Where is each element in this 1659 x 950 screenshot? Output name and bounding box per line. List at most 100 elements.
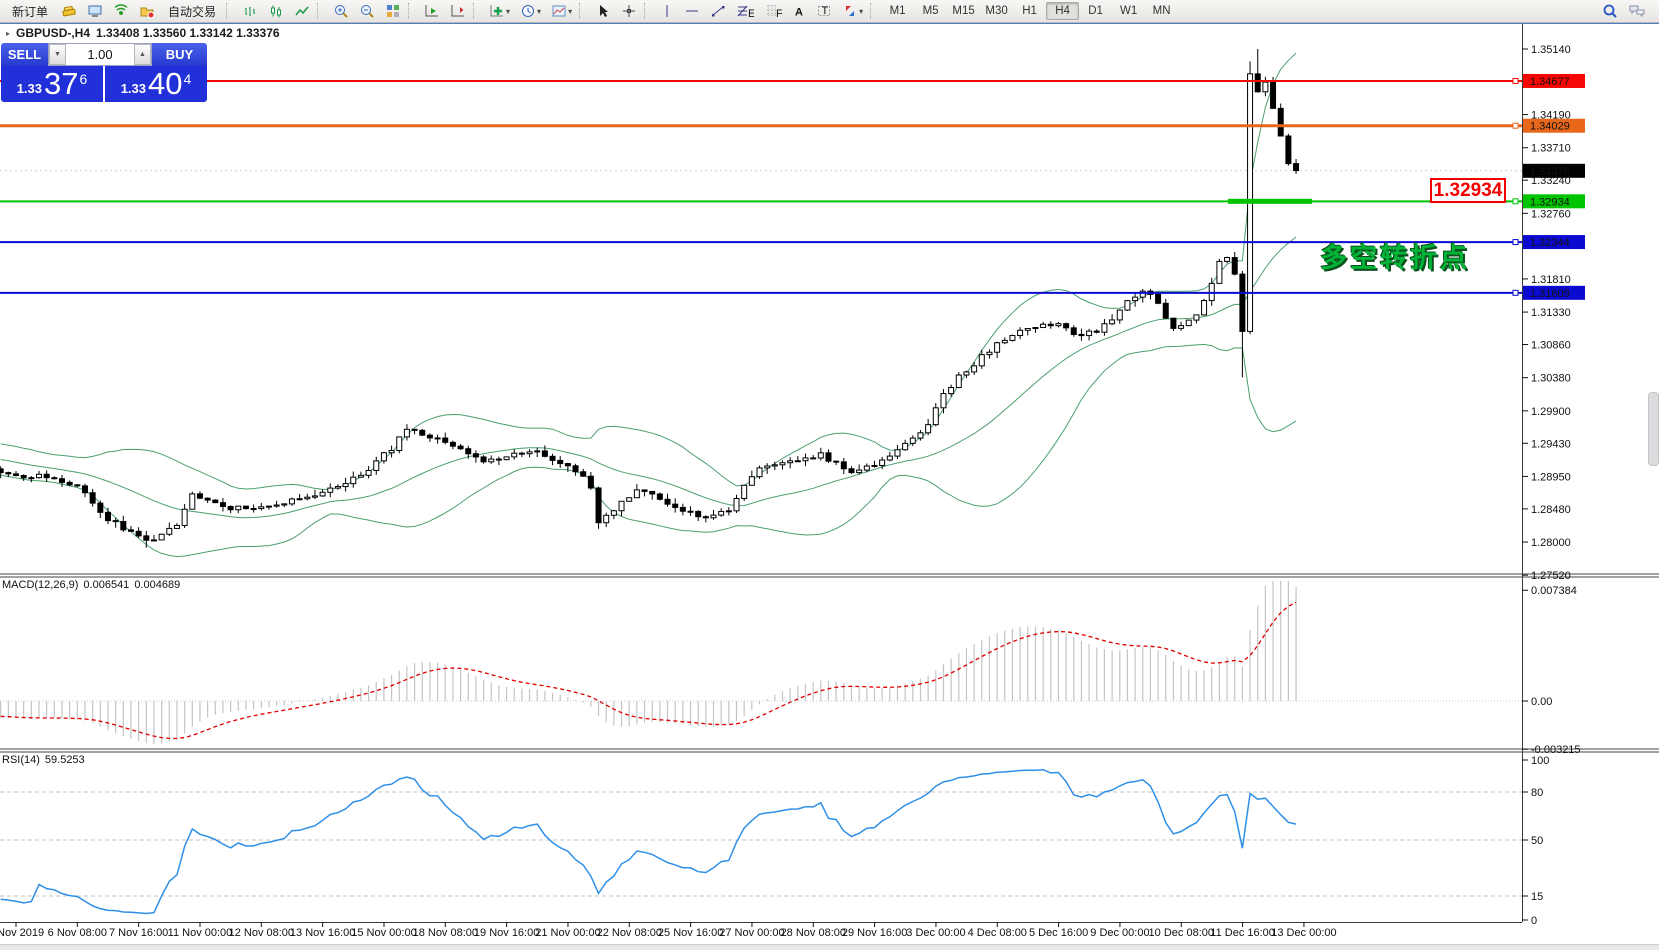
svg-text:5 Nov 2019: 5 Nov 2019 bbox=[0, 927, 44, 939]
svg-text:3 Dec 00:00: 3 Dec 00:00 bbox=[906, 927, 965, 939]
market-folder-icon[interactable] bbox=[134, 0, 160, 22]
tf-button-H1[interactable]: H1 bbox=[1013, 2, 1046, 20]
macd-indicator-label: MACD(12,26,9)0.0065410.004689 bbox=[2, 579, 185, 591]
svg-text:1.31810: 1.31810 bbox=[1531, 274, 1571, 286]
terminal-icon[interactable] bbox=[82, 0, 108, 22]
svg-text:0.007384: 0.007384 bbox=[1531, 585, 1577, 597]
svg-text:4 Dec 08:00: 4 Dec 08:00 bbox=[968, 927, 1027, 939]
svg-text:1.31330: 1.31330 bbox=[1531, 307, 1571, 319]
volume-decrease-button[interactable]: ▼ bbox=[49, 44, 66, 65]
tf-button-M5[interactable]: M5 bbox=[914, 2, 947, 20]
new-order-button[interactable]: 新订单 bbox=[4, 0, 56, 22]
periods-clock-icon[interactable]: ▾ bbox=[515, 0, 546, 22]
svg-text:1.32344: 1.32344 bbox=[1530, 237, 1570, 249]
chart-menu-icon[interactable]: ▸ bbox=[6, 29, 10, 38]
svg-text:1.28480: 1.28480 bbox=[1531, 504, 1571, 516]
chinese-annotation: 多空转折点 bbox=[1320, 236, 1470, 275]
svg-text:28 Nov 08:00: 28 Nov 08:00 bbox=[781, 927, 846, 939]
chat-icon[interactable] bbox=[1623, 0, 1651, 22]
horizontal-line-icon[interactable] bbox=[679, 0, 705, 22]
text-label-icon[interactable]: T bbox=[811, 0, 837, 22]
window-bottom-edge bbox=[0, 944, 1659, 950]
chart-shift-icon[interactable] bbox=[445, 0, 471, 22]
signals-icon[interactable] bbox=[108, 0, 134, 22]
search-icon[interactable] bbox=[1597, 0, 1623, 22]
volume-input[interactable] bbox=[66, 44, 134, 65]
chart-title: ▸ GBPUSD-,H4 1.33408 1.33560 1.33142 1.3… bbox=[6, 26, 280, 40]
text-icon[interactable]: A bbox=[787, 0, 811, 22]
svg-text:6 Nov 08:00: 6 Nov 08:00 bbox=[48, 927, 107, 939]
svg-text:11 Dec 16:00: 11 Dec 16:00 bbox=[1210, 927, 1275, 939]
chart-symbol-period: GBPUSD-,H4 bbox=[16, 26, 90, 40]
candlestick-icon[interactable] bbox=[263, 0, 289, 22]
buy-button[interactable]: BUY bbox=[152, 43, 207, 66]
templates-icon[interactable]: ▾ bbox=[546, 0, 577, 22]
bar-chart-icon[interactable] bbox=[237, 0, 263, 22]
auto-scroll-icon[interactable] bbox=[419, 0, 445, 22]
tf-button-W1[interactable]: W1 bbox=[1112, 2, 1145, 20]
volume-increase-button[interactable]: ▲ bbox=[134, 44, 151, 65]
svg-text:1.31609: 1.31609 bbox=[1530, 288, 1570, 300]
tf-button-M15[interactable]: M15 bbox=[947, 2, 980, 20]
rsi-value: 59.5253 bbox=[45, 754, 85, 766]
tf-button-M30[interactable]: M30 bbox=[980, 2, 1013, 20]
tile-windows-icon[interactable] bbox=[380, 0, 406, 22]
tf-button-M1[interactable]: M1 bbox=[881, 2, 914, 20]
gold-icon[interactable] bbox=[56, 0, 82, 22]
macd-value-1: 0.006541 bbox=[83, 579, 129, 591]
buy-price[interactable]: 1.33 40 4 bbox=[105, 66, 207, 102]
svg-text:1.34029: 1.34029 bbox=[1530, 121, 1570, 133]
svg-text:1.33710: 1.33710 bbox=[1531, 143, 1571, 155]
mt4-window: 新订单 自动交易 ▾ ▾ ▾ E F A T ▾ bbox=[0, 0, 1659, 949]
line-chart-icon[interactable] bbox=[289, 0, 315, 22]
svg-text:1.32934: 1.32934 bbox=[1530, 196, 1570, 208]
svg-text:100: 100 bbox=[1531, 755, 1549, 767]
trendline-icon[interactable] bbox=[705, 0, 731, 22]
svg-text:1.28000: 1.28000 bbox=[1531, 537, 1571, 549]
new-order-label: 新订单 bbox=[9, 3, 51, 20]
svg-text:12 Nov 08:00: 12 Nov 08:00 bbox=[229, 927, 294, 939]
svg-text:15 Nov 00:00: 15 Nov 00:00 bbox=[351, 927, 416, 939]
fibonacci-icon[interactable]: E bbox=[731, 0, 759, 22]
auto-trading-label: 自动交易 bbox=[165, 3, 219, 20]
svg-text:25 Nov 16:00: 25 Nov 16:00 bbox=[658, 927, 723, 939]
indicators-add-icon[interactable]: ▾ bbox=[484, 0, 515, 22]
price-level-annotation-box: 1.32934 bbox=[1430, 178, 1506, 203]
svg-text:F: F bbox=[776, 8, 782, 19]
svg-text:1.32760: 1.32760 bbox=[1531, 208, 1571, 220]
svg-text:22 Nov 08:00: 22 Nov 08:00 bbox=[597, 927, 662, 939]
price-chart-canvas: 1.351401.341901.337101.332401.327601.318… bbox=[0, 0, 1659, 949]
dropdown-caret: ▾ bbox=[506, 7, 510, 16]
dropdown-caret: ▾ bbox=[859, 7, 863, 16]
zoom-in-icon[interactable] bbox=[328, 0, 354, 22]
macd-value-2: 0.004689 bbox=[134, 579, 180, 591]
svg-text:15: 15 bbox=[1531, 891, 1543, 903]
tf-button-MN[interactable]: MN bbox=[1145, 2, 1178, 20]
toolbar-separator bbox=[473, 3, 480, 19]
tf-button-D1[interactable]: D1 bbox=[1079, 2, 1112, 20]
sell-button[interactable]: SELL bbox=[1, 43, 48, 66]
cursor-icon[interactable] bbox=[590, 0, 616, 22]
auto-trading-button[interactable]: 自动交易 bbox=[160, 0, 224, 22]
svg-text:19 Nov 16:00: 19 Nov 16:00 bbox=[474, 927, 539, 939]
toolbar: 新订单 自动交易 ▾ ▾ ▾ E F A T ▾ bbox=[0, 0, 1659, 23]
svg-text:10 Dec 08:00: 10 Dec 08:00 bbox=[1149, 927, 1214, 939]
svg-text:13 Nov 16:00: 13 Nov 16:00 bbox=[290, 927, 355, 939]
vertical-line-icon[interactable] bbox=[655, 0, 679, 22]
dropdown-caret: ▾ bbox=[568, 7, 572, 16]
svg-text:18 Nov 08:00: 18 Nov 08:00 bbox=[413, 927, 478, 939]
toolbar-separator bbox=[317, 3, 324, 19]
svg-text:A: A bbox=[795, 7, 803, 19]
svg-text:5 Dec 16:00: 5 Dec 16:00 bbox=[1029, 927, 1088, 939]
volume-box: ▼ ▲ bbox=[48, 43, 152, 66]
sell-price[interactable]: 1.33 37 6 bbox=[1, 66, 105, 102]
vertical-scrollbar-thumb[interactable] bbox=[1648, 392, 1659, 466]
crosshair-icon[interactable] bbox=[616, 0, 642, 22]
toolbar-separator bbox=[226, 3, 233, 19]
rsi-indicator-label: RSI(14)59.5253 bbox=[2, 754, 90, 766]
arrows-icon[interactable]: ▾ bbox=[837, 0, 868, 22]
tf-button-H4[interactable]: H4 bbox=[1046, 2, 1079, 20]
zoom-out-icon[interactable] bbox=[354, 0, 380, 22]
grid-icon[interactable]: F bbox=[759, 0, 787, 22]
svg-text:E: E bbox=[748, 8, 754, 19]
